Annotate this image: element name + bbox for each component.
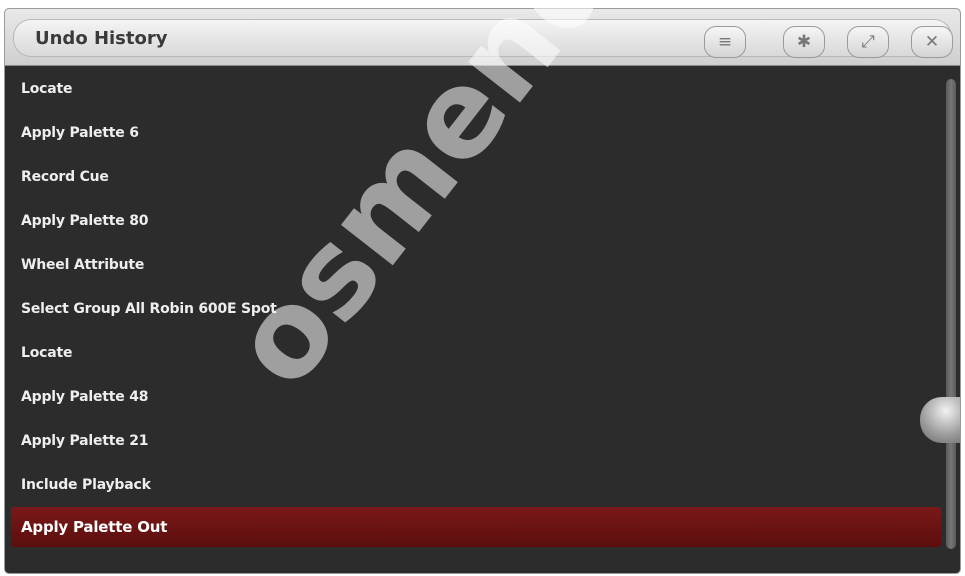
history-item[interactable]: Locate [11,333,941,373]
expand-icon: ⤢ [861,31,875,52]
gear-icon: ✱ [796,31,812,52]
history-item[interactable]: Record Cue [11,157,941,197]
settings-button[interactable]: ✱ [783,26,825,58]
scrollbar-track[interactable] [946,79,956,549]
history-item[interactable]: Apply Palette 48 [11,377,941,417]
undo-history-window: Undo History ≡ ✱ ⤢ ✕ Locate Apply Palett… [4,8,961,574]
history-item[interactable]: Locate [11,69,941,109]
menu-icon: ≡ [717,31,733,52]
history-item[interactable]: Apply Palette 6 [11,113,941,153]
close-button[interactable]: ✕ [911,26,953,58]
history-item[interactable]: Apply Palette 21 [11,421,941,461]
title-bar: Undo History ≡ ✱ ⤢ ✕ [5,9,960,66]
history-item[interactable]: Select Group All Robin 600E Spot [11,289,941,329]
expand-button[interactable]: ⤢ [847,26,889,58]
history-item[interactable]: Include Playback [11,465,941,505]
history-item[interactable]: Wheel Attribute [11,245,941,285]
window-title: Undo History [35,28,168,49]
history-item[interactable]: Apply Palette 80 [11,201,941,241]
close-icon: ✕ [924,31,940,52]
menu-button[interactable]: ≡ [704,26,746,58]
history-item-selected[interactable]: Apply Palette Out [11,507,941,547]
scrollbar-thumb[interactable] [920,397,960,443]
history-list: Locate Apply Palette 6 Record Cue Apply … [5,66,943,573]
